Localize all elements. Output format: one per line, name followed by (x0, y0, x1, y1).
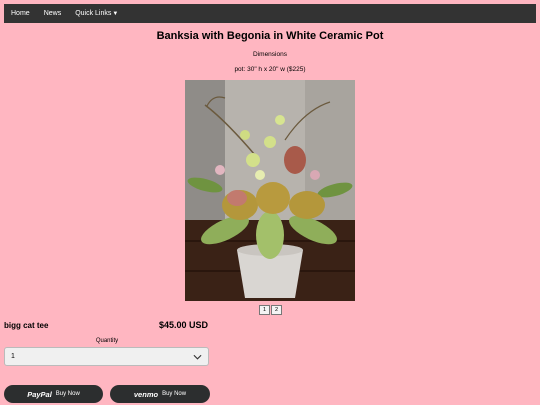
floral-arrangement-photo (185, 80, 355, 301)
thumbnail-1[interactable]: 1 (259, 305, 270, 315)
caret-down-icon: ▼ (112, 11, 119, 17)
nav-news[interactable]: News (37, 10, 69, 17)
product-price: $45.00 USD (159, 320, 209, 330)
quantity-label: Quantity (95, 338, 119, 344)
nav-quick-links[interactable]: Quick Links▼ (68, 10, 125, 17)
nav-quick-links-label: Quick Links (75, 10, 112, 17)
product-image[interactable] (185, 80, 355, 301)
venmo-logo: venmo (133, 389, 159, 399)
dimensions-value: pot: 30" h x 20" w ($225) (234, 66, 306, 73)
paypal-button-label: Buy Now (55, 391, 80, 397)
image-pagination: 1 2 (259, 305, 282, 315)
venmo-button-label: Buy Now (162, 391, 187, 397)
product-title: Banksia with Begonia in White Ceramic Po… (156, 30, 384, 42)
paypal-logo: PayPal (27, 389, 52, 399)
top-navbar: Home News Quick Links▼ (4, 4, 536, 23)
dimensions-label: Dimensions (253, 51, 287, 58)
quantity-value: 1 (11, 353, 15, 360)
paypal-buy-now-button[interactable]: PayPal Buy Now (4, 385, 103, 403)
venmo-buy-now-button[interactable]: venmo Buy Now (110, 385, 210, 403)
product-name: bigg cat tee (4, 321, 49, 330)
nav-home[interactable]: Home (4, 10, 37, 17)
thumbnail-2[interactable]: 2 (271, 305, 282, 315)
quantity-select[interactable]: 1 (4, 347, 209, 366)
chevron-down-icon (193, 354, 202, 360)
